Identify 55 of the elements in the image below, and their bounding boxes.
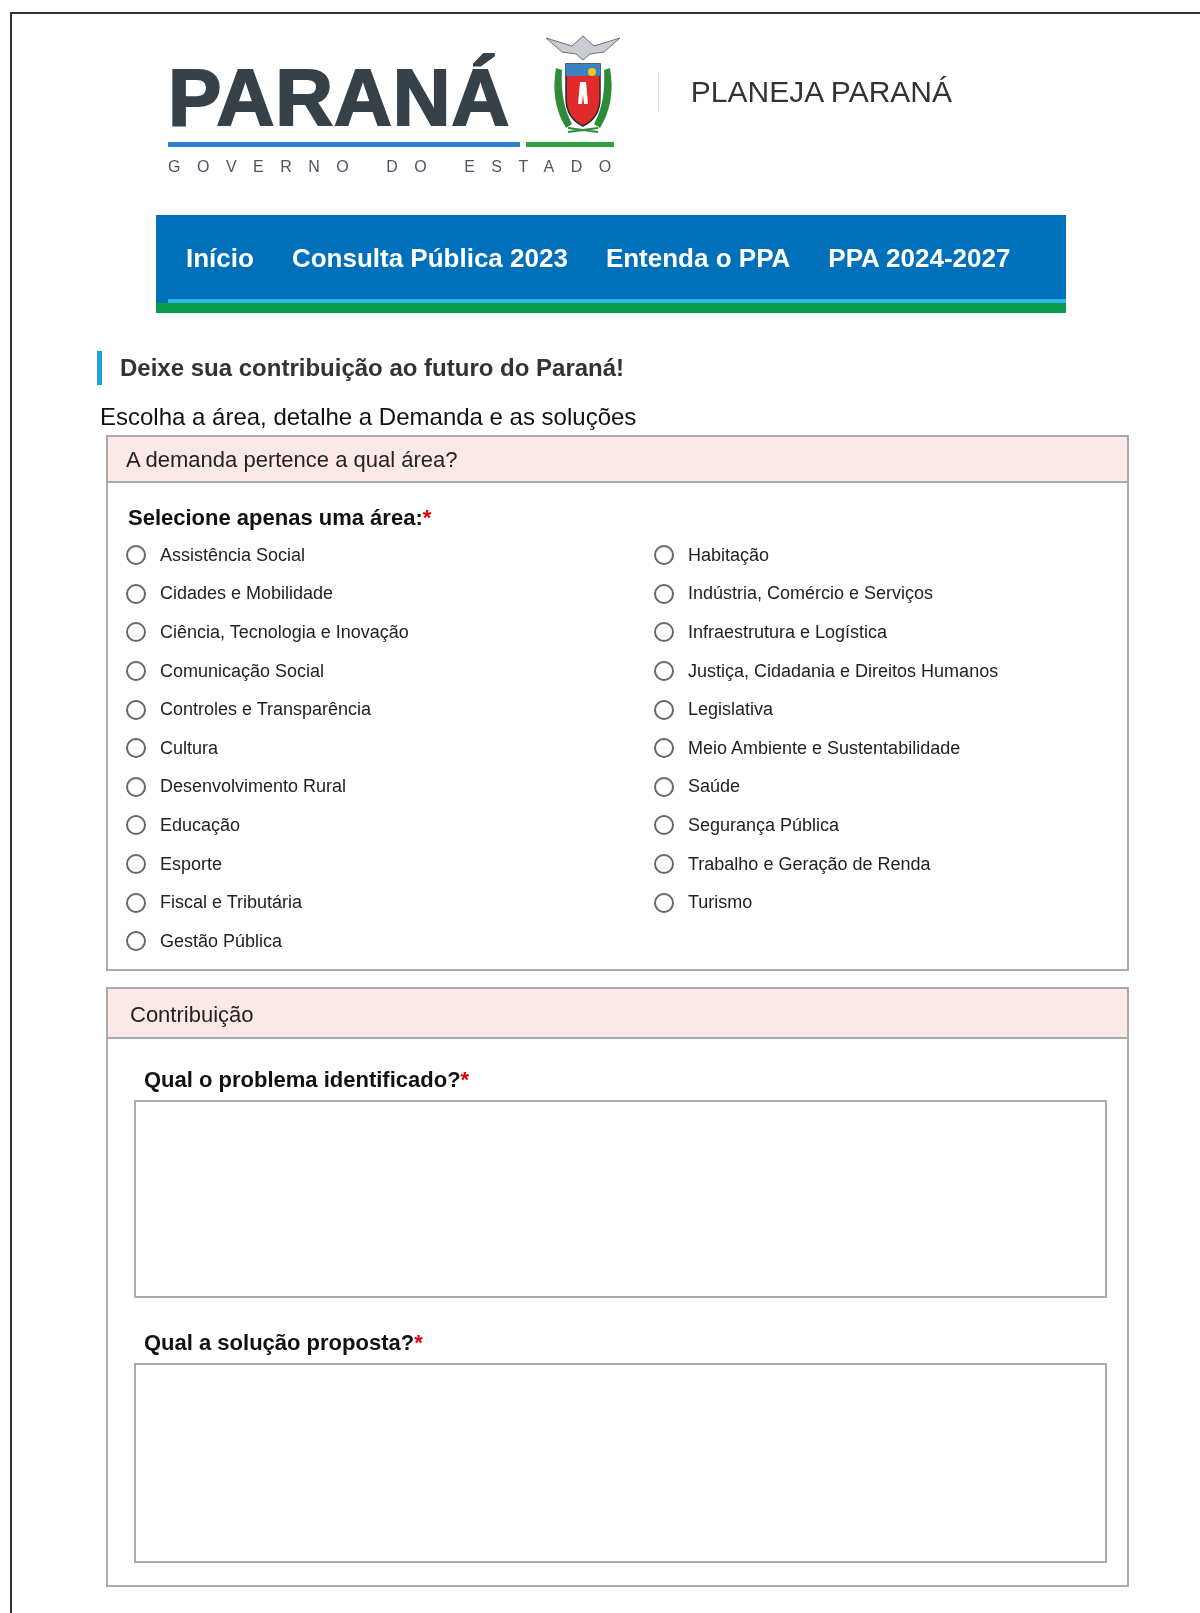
radio-option[interactable]: Esporte <box>126 844 654 884</box>
nav-link[interactable]: PPA 2024-2027 <box>828 238 1011 278</box>
nav-link[interactable]: Consulta Pública 2023 <box>291 238 568 278</box>
radio-button[interactable] <box>654 583 674 604</box>
field-label: Qual a solução proposta?* <box>144 1328 424 1357</box>
radio-button[interactable] <box>126 583 146 604</box>
radio-button[interactable] <box>126 892 146 913</box>
radio-button[interactable] <box>126 622 146 643</box>
field-label: Qual o problema identificado?* <box>144 1065 471 1094</box>
radio-button[interactable] <box>126 815 146 836</box>
radio-option[interactable]: Assistência Social <box>126 536 654 575</box>
radio-button[interactable] <box>126 661 146 682</box>
radio-button[interactable] <box>126 699 146 720</box>
radio-option[interactable]: Comunicação Social <box>126 651 654 691</box>
page-subtitle: Escolha a área, detalhe a Demanda e as soluções <box>100 403 638 431</box>
radio-button[interactable] <box>126 545 146 566</box>
radio-option[interactable]: Legislativa <box>654 690 1109 729</box>
radio-button[interactable] <box>654 622 674 643</box>
radio-option[interactable]: Segurança Pública <box>654 806 1109 845</box>
radio-option[interactable]: Infraestrutura e Logística <box>654 613 1109 652</box>
radio-button[interactable] <box>654 892 674 913</box>
radio-option[interactable]: Saúde <box>654 767 1109 807</box>
logo-tagline: GOVERNO DO ESTADO <box>168 157 628 177</box>
radio-button[interactable] <box>126 738 146 759</box>
radio-option[interactable]: Fiscal e Tributária <box>126 883 654 922</box>
radio-button[interactable] <box>126 854 146 875</box>
radio-option[interactable]: Controles e Transparência <box>126 690 654 729</box>
radio-button[interactable] <box>654 545 674 566</box>
radio-option[interactable]: Cultura <box>126 728 654 768</box>
nav-link[interactable]: Início <box>186 238 254 278</box>
radio-option[interactable]: Desenvolvimento Rural <box>126 767 654 807</box>
radio-button[interactable] <box>126 776 146 797</box>
radio-button[interactable] <box>654 661 674 682</box>
radio-option[interactable]: Justiça, Cidadania e Direitos Humanos <box>654 651 1109 691</box>
radio-option[interactable]: Meio Ambiente e Sustentabilidade <box>654 728 1109 768</box>
radio-option[interactable]: Cidades e Mobilidade <box>126 574 654 614</box>
site-title: PLANEJA PARANÁ <box>690 74 952 110</box>
nav-link[interactable]: Entenda o PPA <box>605 238 791 278</box>
radio-option[interactable]: Indústria, Comércio e Serviços <box>654 574 1109 614</box>
page-heading: Deixe sua contribuição ao futuro do Paraná! <box>120 353 625 383</box>
panel-title: A demanda pertence a qual área? <box>126 445 458 474</box>
panel-title: Contribuição <box>130 1000 254 1029</box>
radio-button[interactable] <box>654 815 674 836</box>
radio-option[interactable]: Gestão Pública <box>126 921 654 961</box>
radio-button[interactable] <box>654 738 674 759</box>
radio-option[interactable]: Turismo <box>654 883 1109 922</box>
radio-button[interactable] <box>654 699 674 720</box>
radio-option[interactable]: Habitação <box>654 536 1109 575</box>
radio-option[interactable]: Trabalho e Geração de Renda <box>654 844 1109 884</box>
radio-option[interactable]: Educação <box>126 806 654 845</box>
radio-button[interactable] <box>654 854 674 875</box>
radio-button[interactable] <box>126 931 146 952</box>
radio-option[interactable]: Ciência, Tecnologia e Inovação <box>126 613 654 652</box>
radio-button[interactable] <box>654 776 674 797</box>
field-label: Selecione apenas uma área:* <box>127 504 433 532</box>
